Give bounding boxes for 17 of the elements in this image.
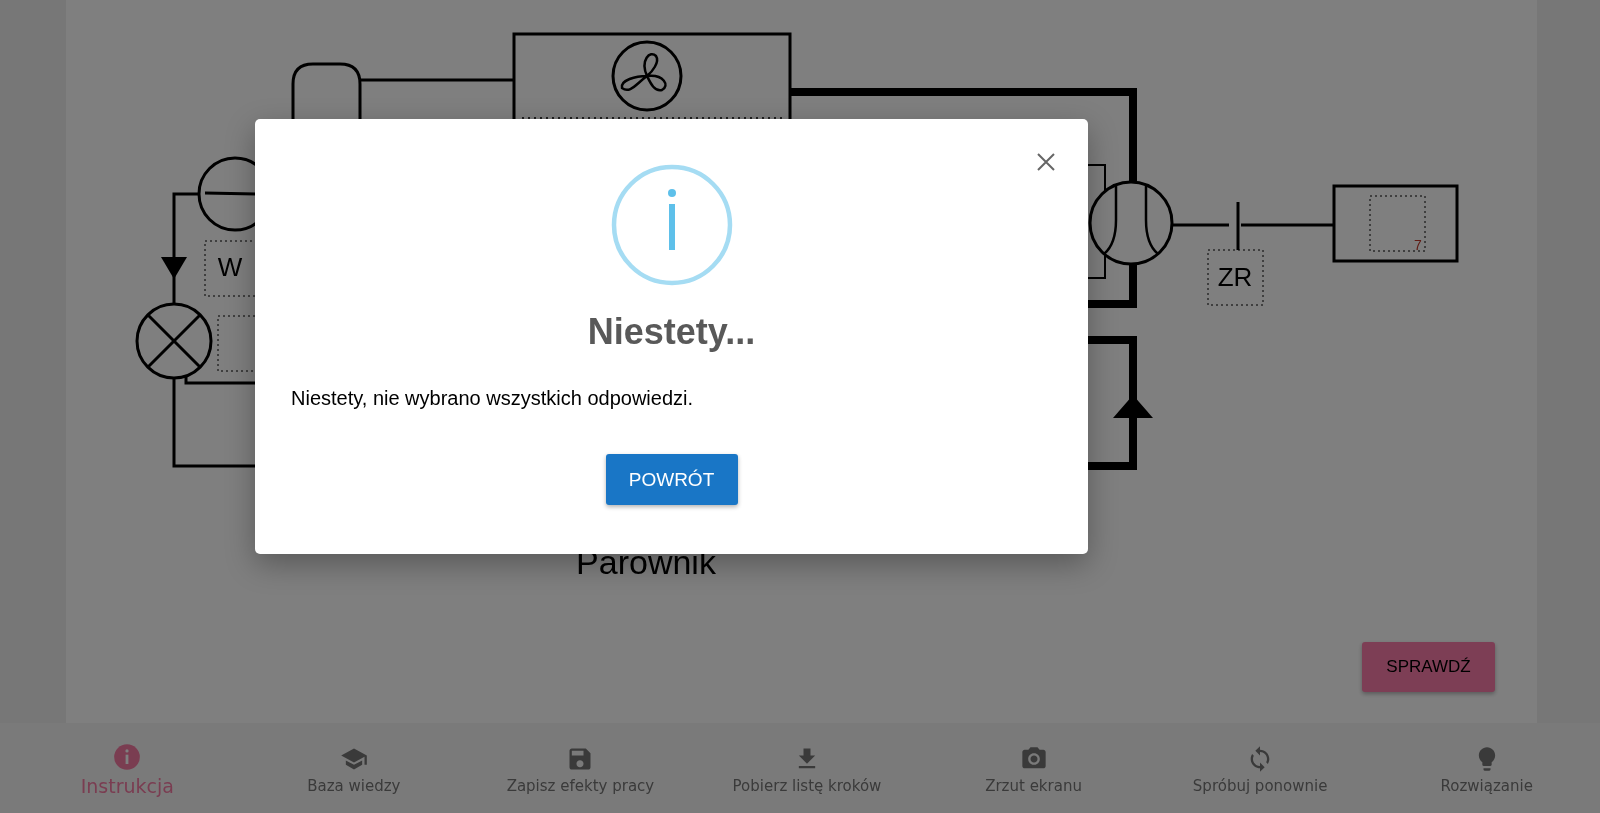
toolbar-item[interactable]: Zapisz efekty pracy (467, 723, 694, 813)
close-icon (1036, 152, 1056, 172)
diagram-label: 7 (1414, 237, 1422, 253)
toolbar-item[interactable]: Instrukcja (14, 723, 241, 813)
toolbar-item[interactable]: Zrzut ekranu (920, 723, 1147, 813)
toolbar-item[interactable]: Baza wiedzy (240, 723, 468, 813)
info-icon (609, 163, 734, 287)
toolbar-item[interactable]: Spróbuj ponownie (1146, 723, 1374, 813)
diagram-label: ZR (1217, 262, 1253, 292)
toolbar-item[interactable]: Rozwiązanie (1373, 723, 1600, 813)
diagram-label: W (217, 252, 243, 282)
dialog-title: Niestety... (587, 311, 756, 353)
back-button[interactable]: POWRÓT (605, 454, 738, 505)
info-icon (113, 743, 142, 771)
toolbar-item[interactable]: Pobierz listę kroków (693, 723, 921, 813)
check-button[interactable]: SPRAWDŹ (1362, 642, 1495, 692)
dialog-message: Niestety, nie wybrano wszystkich odpowiedzi. (291, 387, 695, 410)
